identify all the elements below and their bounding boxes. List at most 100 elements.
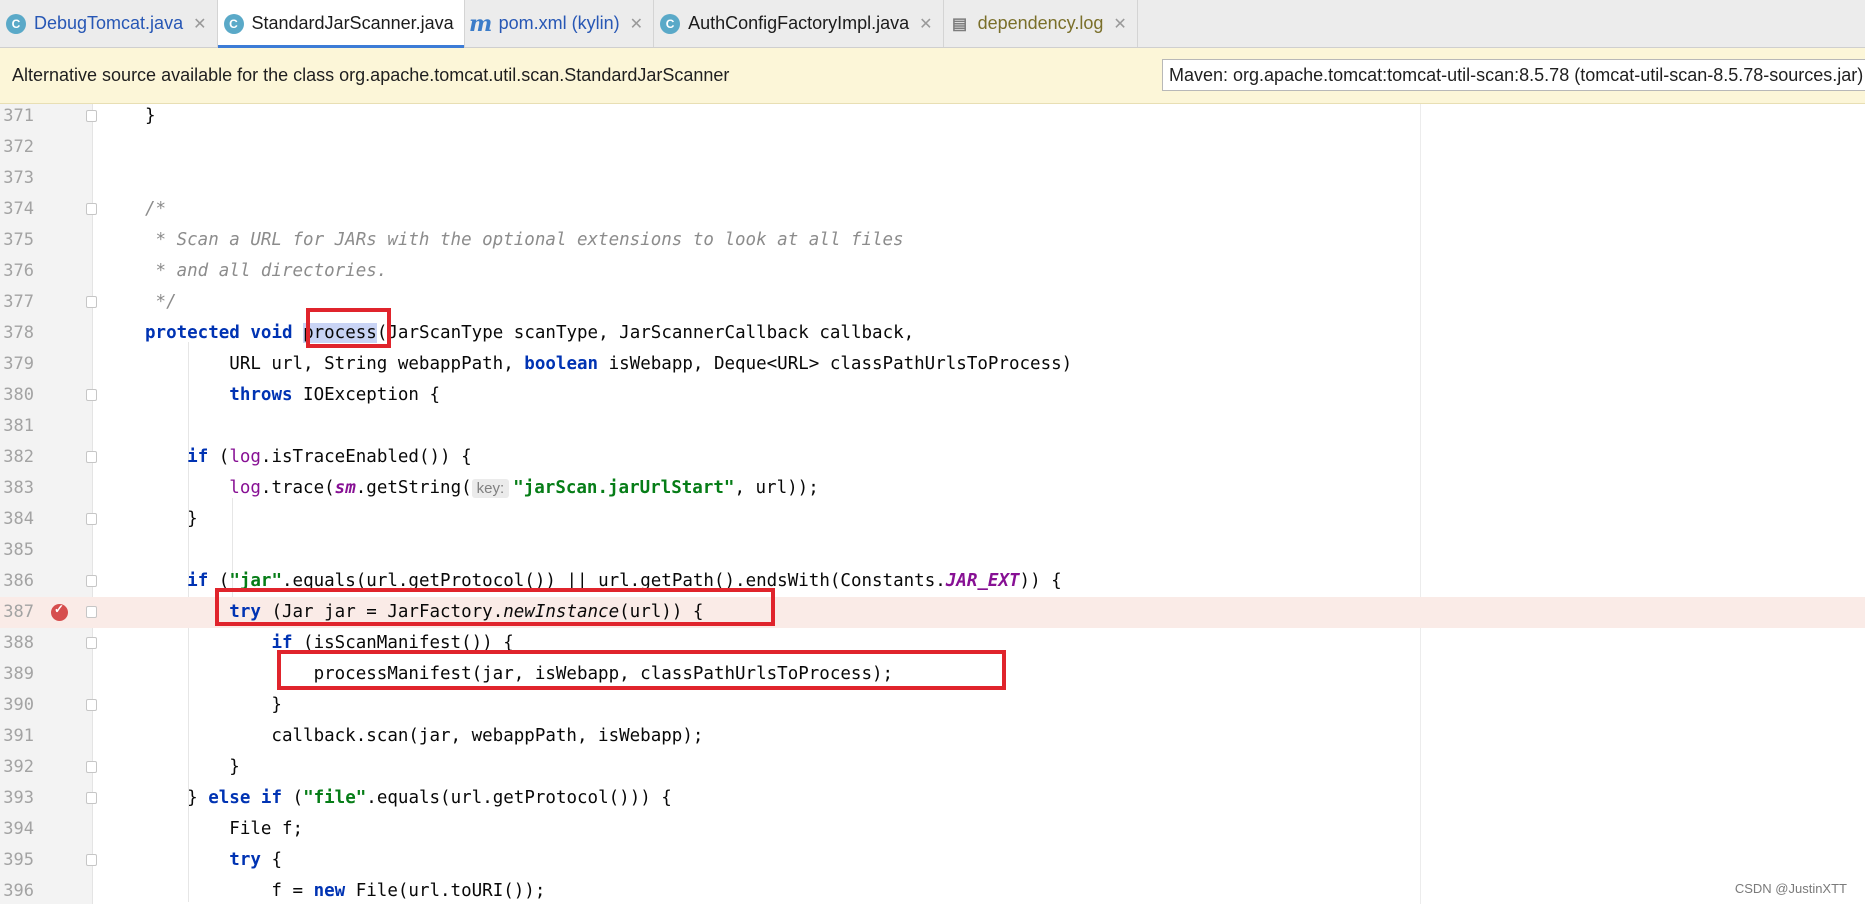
code-text: throws IOException { <box>229 385 441 405</box>
code-text: f = new File(url.toURI()); <box>145 881 546 901</box>
line-number: 374 <box>3 199 34 219</box>
notice-text: Alternative source available for the cla… <box>12 65 730 85</box>
line-number: 384 <box>3 509 34 529</box>
tab-label: DebugTomcat.java <box>34 13 184 33</box>
code-line: 395 try { <box>0 845 1865 876</box>
code-line: 378 protected void process(JarScanType s… <box>0 318 1865 349</box>
line-number: 394 <box>3 819 34 839</box>
annotation-box-process <box>306 308 391 348</box>
source-select[interactable]: Maven: org.apache.tomcat:tomcat-util-sca… <box>1162 59 1865 91</box>
code-line: 390 } <box>0 690 1865 721</box>
code-text: } <box>145 509 198 529</box>
watermark: CSDN @JustinXTT <box>1734 881 1847 896</box>
fold-marker[interactable] <box>86 792 97 804</box>
tab-standardjarscanner[interactable]: C StandardJarScanner.java <box>217 0 465 48</box>
code-text: /* <box>145 199 167 219</box>
code-editor[interactable]: 371 } 372 373 374 /* 375 * Scan a URL fo… <box>0 104 1865 904</box>
code-text: log.trace(sm.getString(key: "jarScan.jarU… <box>229 478 819 498</box>
code-line: 392 } <box>0 752 1865 783</box>
fold-marker[interactable] <box>86 606 97 618</box>
class-icon: C <box>223 13 244 34</box>
line-number: 386 <box>3 571 34 591</box>
code-line: 393 } else if ("file".equals(url.getProt… <box>0 783 1865 814</box>
code-line: 374 /* <box>0 194 1865 225</box>
code-line: 396 f = new File(url.toURI()); <box>0 876 1865 904</box>
fold-marker[interactable] <box>86 296 97 308</box>
line-number: 383 <box>3 478 34 498</box>
line-number: 382 <box>3 447 34 467</box>
code-text: try { <box>229 850 282 870</box>
line-number: 376 <box>3 261 34 281</box>
maven-icon: m <box>469 10 493 37</box>
line-number: 372 <box>3 137 34 157</box>
tab-dependency-log[interactable]: ▤ dependency.log ✕ <box>944 0 1138 47</box>
line-number: 378 <box>3 323 34 343</box>
breakpoint-icon[interactable] <box>51 602 68 621</box>
fold-marker[interactable] <box>86 110 97 122</box>
line-number: 391 <box>3 726 34 746</box>
line-number: 381 <box>3 416 34 436</box>
tab-label: pom.xml (kylin) <box>498 13 620 33</box>
code-text: URL url, String webappPath, boolean isWe… <box>145 354 1073 374</box>
line-number: 396 <box>3 881 34 901</box>
code-line: 391 callback.scan(jar, webappPath, isWeb… <box>0 721 1865 752</box>
code-line: 385 <box>0 535 1865 566</box>
code-line: 372 <box>0 132 1865 163</box>
line-number: 390 <box>3 695 34 715</box>
code-text: } else if ("file".equals(url.getProtocol… <box>145 788 672 808</box>
line-number: 387 <box>3 602 34 622</box>
fold-marker[interactable] <box>86 513 97 525</box>
editor-tab-bar: C DebugTomcat.java ✕ C StandardJarScanne… <box>0 0 1865 48</box>
line-number: 371 <box>3 106 34 126</box>
code-text: protected void process(JarScanType scanT… <box>145 323 915 343</box>
fold-marker[interactable] <box>86 575 97 587</box>
alternative-source-notice: Alternative source available for the cla… <box>0 48 1865 104</box>
code-line: 380 throws IOException { <box>0 380 1865 411</box>
line-number: 395 <box>3 850 34 870</box>
line-number: 385 <box>3 540 34 560</box>
code-line: 381 <box>0 411 1865 442</box>
close-icon[interactable]: ✕ <box>919 14 932 34</box>
fold-marker[interactable] <box>86 389 97 401</box>
line-number: 392 <box>3 757 34 777</box>
tab-pom-xml[interactable]: m pom.xml (kylin) ✕ <box>465 0 655 47</box>
fold-marker[interactable] <box>86 854 97 866</box>
tab-label: dependency.log <box>977 13 1104 33</box>
code-text: } <box>145 757 240 777</box>
code-line: 379 URL url, String webappPath, boolean … <box>0 349 1865 380</box>
code-line: 382 if (log.isTraceEnabled()) { <box>0 442 1865 473</box>
line-number: 380 <box>3 385 34 405</box>
annotation-box-try-jar <box>215 588 775 626</box>
line-number: 373 <box>3 168 34 188</box>
code-line: 383 log.trace(sm.getString(key: "jarScan.… <box>0 473 1865 504</box>
tab-label: StandardJarScanner.java <box>251 13 454 33</box>
code-text: * and all directories. <box>145 261 388 281</box>
tab-label: AuthConfigFactoryImpl.java <box>688 13 910 33</box>
fold-marker[interactable] <box>86 761 97 773</box>
line-number: 389 <box>3 664 34 684</box>
close-icon[interactable]: ✕ <box>1113 14 1126 34</box>
fold-marker[interactable] <box>86 699 97 711</box>
code-line: 373 <box>0 163 1865 194</box>
annotation-box-process-manifest <box>277 650 1006 690</box>
code-text: * Scan a URL for JARs with the optional … <box>145 230 904 250</box>
line-number: 388 <box>3 633 34 653</box>
class-icon: C <box>660 13 681 34</box>
close-icon[interactable]: ✕ <box>193 14 206 34</box>
fold-marker[interactable] <box>86 203 97 215</box>
code-text: */ <box>145 292 177 312</box>
tab-debugtomcat[interactable]: C DebugTomcat.java ✕ <box>0 0 218 47</box>
line-number: 377 <box>3 292 34 312</box>
close-icon[interactable]: ✕ <box>630 14 643 34</box>
code-text: } <box>145 695 282 715</box>
code-line: 371 } <box>0 104 1865 132</box>
fold-marker[interactable] <box>86 451 97 463</box>
line-number: 379 <box>3 354 34 374</box>
fold-marker[interactable] <box>86 637 97 649</box>
tab-authconfigfactoryimpl[interactable]: C AuthConfigFactoryImpl.java ✕ <box>654 0 944 47</box>
code-line: 384 } <box>0 504 1865 535</box>
code-line: 375 * Scan a URL for JARs with the optio… <box>0 225 1865 256</box>
line-number: 375 <box>3 230 34 250</box>
log-file-icon: ▤ <box>952 15 968 33</box>
code-text: File f; <box>145 819 304 839</box>
